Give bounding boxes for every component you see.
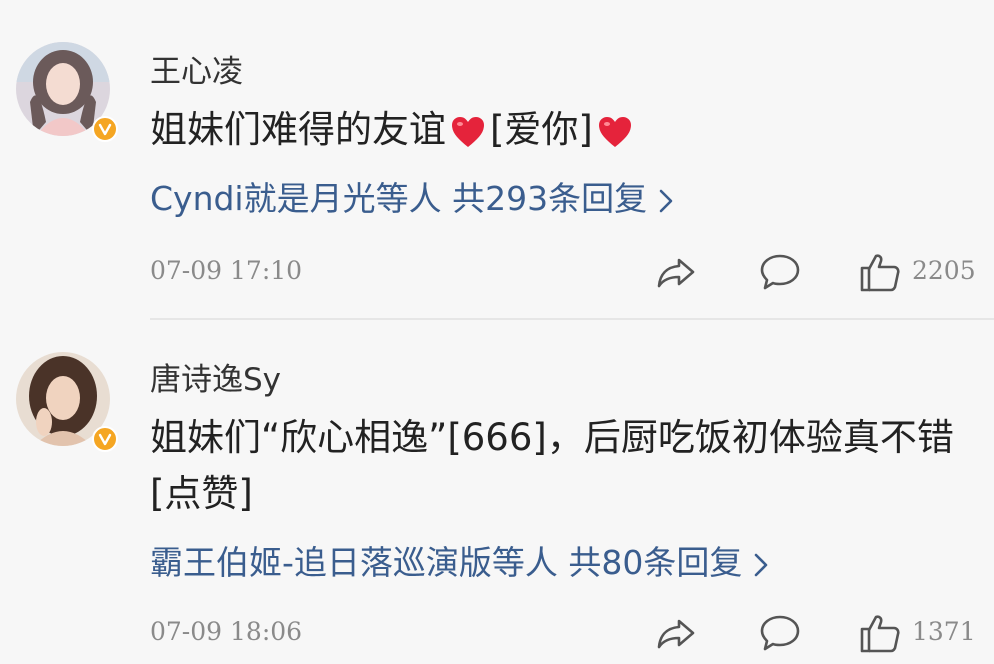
share-icon	[657, 258, 695, 288]
like-button[interactable]: 1371	[858, 611, 982, 655]
chevron-right-icon	[659, 189, 673, 212]
thumbs-up-icon	[860, 254, 900, 292]
comment-icon	[760, 254, 800, 290]
comment-item: 唐诗逸Sy 姐妹们“欣心相逸”[666]，后厨吃饭初体验真不错[点赞] 霸王伯姬…	[0, 320, 994, 664]
like-count: 2205	[912, 256, 976, 285]
comment-text: 姐妹们“欣心相逸”[666]，后厨吃饭初体验真不错[点赞]	[150, 416, 954, 515]
view-replies-link[interactable]: Cyndi就是月光等人 共293条回复	[150, 172, 675, 220]
timestamp: 07-09 17:10	[150, 256, 303, 285]
like-button[interactable]: 2205	[858, 250, 982, 294]
like-count: 1371	[912, 617, 976, 646]
username[interactable]: 唐诗逸Sy	[150, 354, 281, 399]
replies-label: 霸王伯姬-追日落巡演版等人 共80条回复	[150, 543, 743, 582]
emoji-text: [爱你]	[490, 108, 593, 151]
comment-item: 王心凌 姐妹们难得的友谊 [爱你] Cyndi就是月光等人 共293条回复 07-…	[0, 0, 994, 318]
timestamp: 07-09 18:06	[150, 617, 303, 646]
share-icon	[657, 619, 695, 649]
comment-button[interactable]	[758, 250, 802, 294]
comment-button[interactable]	[758, 611, 802, 655]
thumbs-up-icon	[860, 615, 900, 653]
share-button[interactable]	[655, 250, 699, 294]
comment-icon	[760, 615, 800, 651]
heart-emoji-icon	[597, 115, 633, 149]
replies-label: Cyndi就是月光等人 共293条回复	[150, 179, 648, 218]
chevron-right-icon	[755, 553, 768, 576]
username[interactable]: 王心凌	[150, 46, 243, 91]
share-button[interactable]	[655, 611, 699, 655]
comment-text: 姐妹们难得的友谊 [爱你]	[150, 102, 970, 158]
comment-text-part: 姐妹们难得的友谊	[150, 108, 446, 151]
heart-emoji-icon	[450, 115, 486, 149]
verified-badge-icon	[92, 116, 118, 142]
verified-badge-icon	[92, 426, 118, 452]
view-replies-link[interactable]: 霸王伯姬-追日落巡演版等人 共80条回复	[150, 536, 770, 584]
